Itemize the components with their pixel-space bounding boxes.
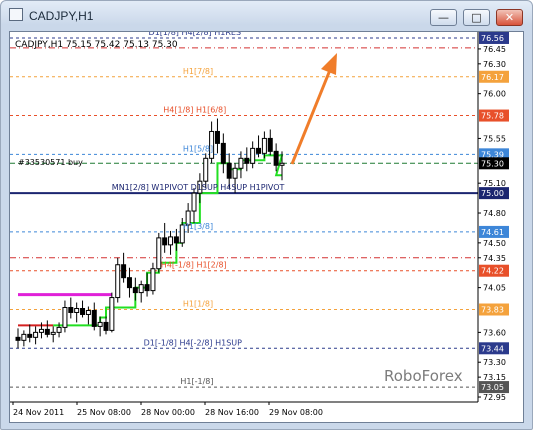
candle-body (273, 150, 279, 166)
chart-window: CADJPY,H1 — □ ✕ D1[1/8] H4[2/8] H1RES H1[… (0, 0, 533, 430)
forecast-arrow (290, 53, 337, 165)
y-tick-label: 74.80 (483, 209, 506, 218)
candle-body (238, 157, 244, 169)
candle-body (91, 309, 97, 327)
candle-body (220, 142, 226, 164)
price-tag-value: 75.78 (481, 112, 504, 121)
y-tick-label: 74.05 (483, 284, 506, 293)
trade-label: #33530571 buy (18, 158, 83, 167)
candle-body (68, 307, 74, 313)
price-tag-value: 73.44 (481, 344, 504, 353)
close-button[interactable]: ✕ (496, 9, 523, 26)
candle-body (109, 297, 115, 331)
x-tick-label: 28 Nov 00:00 (141, 408, 195, 417)
green-trailing-line (53, 154, 284, 327)
level-label: D1[1/8] H4[2/8] H1RES (149, 32, 241, 37)
candle-body (33, 331, 39, 338)
candle-body (38, 328, 44, 333)
candle-body (256, 147, 262, 154)
candle-body (62, 307, 68, 328)
level-label: D1[-1/8] H4[-2/8] H1SUP (144, 338, 242, 347)
price-tag-value: 73.83 (481, 306, 504, 315)
minimize-button[interactable]: — (430, 9, 457, 26)
current-price-value: 75.30 (481, 159, 504, 168)
x-tick-label: 24 Nov 2011 (13, 408, 64, 417)
candle-body (250, 147, 256, 164)
candle-body (126, 277, 132, 289)
watermark: RoboForex (384, 367, 463, 385)
symbol-info: CADJPY,H1 75.15 75.42 75.13 75.30 (15, 40, 178, 50)
candle-body (44, 328, 50, 335)
x-tick-label: 29 Nov 08:00 (269, 408, 323, 417)
price-tag-value: 74.22 (481, 267, 504, 276)
y-tick-label: 76.45 (483, 45, 506, 54)
candle-body (15, 336, 21, 341)
y-tick-label: 76.00 (483, 90, 506, 99)
price-tag-value: 75.00 (481, 189, 504, 198)
level-label: H1[7/8] (183, 67, 213, 76)
candle-body (173, 236, 179, 244)
candle-body (103, 321, 109, 331)
candle-body (138, 284, 144, 294)
restore-icon: □ (471, 11, 482, 24)
minimize-icon: — (438, 11, 449, 24)
candle-body (85, 309, 91, 315)
level-label: H4[-1/8] H1[2/8] (161, 261, 227, 270)
level-label: MN1[2/8] W1PIVOT D1SUP H4SUP H1PIVOT (112, 183, 285, 192)
candle-body (244, 157, 250, 164)
level-label: H1[1/8] (183, 300, 213, 309)
candle-body (132, 287, 138, 294)
candle-body (74, 308, 80, 313)
level-label: H4[1/8] H1[6/8] (163, 106, 226, 115)
candle-body (203, 157, 209, 182)
price-tag-value: 76.56 (481, 34, 504, 43)
candle-body (56, 326, 62, 333)
price-tag-value: 76.17 (481, 73, 504, 82)
price-tag-value: 73.05 (481, 383, 504, 392)
candle-body (21, 333, 27, 341)
level-label: H1[3/8] (183, 222, 213, 231)
y-tick-label: 74.50 (483, 239, 506, 248)
price-chart[interactable]: D1[1/8] H4[2/8] H1RES H1[7/8] H4[1/8] H1[6… (10, 28, 523, 422)
y-tick-label: 73.15 (483, 373, 506, 382)
candle-body (191, 192, 197, 212)
chart-window-icon (9, 8, 23, 21)
y-tick-label: 73.30 (483, 358, 506, 367)
candle-body (261, 137, 267, 154)
candle-body (279, 162, 285, 166)
maximize-button[interactable]: □ (463, 9, 490, 26)
candle-body (168, 236, 174, 246)
candle-body (226, 162, 232, 179)
candle-body (115, 264, 121, 299)
y-tick-label: 76.30 (483, 60, 506, 69)
title-bar[interactable]: CADJPY,H1 — □ ✕ (1, 1, 532, 29)
candle-body (214, 130, 220, 144)
candle-body (121, 264, 127, 279)
candle-body (162, 237, 168, 246)
level-label: H1[5/8] (183, 144, 213, 153)
candle-body (80, 308, 86, 315)
chart-area[interactable]: D1[1/8] H4[2/8] H1RES H1[7/8] H4[1/8] H1[6… (9, 28, 524, 423)
candle-body (144, 284, 150, 292)
y-tick-label: 75.10 (483, 179, 506, 188)
candle-body (150, 268, 156, 292)
y-tick-label: 75.55 (483, 134, 506, 143)
level-label: H1[-1/8] (180, 377, 213, 386)
price-tag-value: 74.61 (481, 228, 504, 237)
candle-body (232, 167, 238, 179)
candle-body (27, 333, 33, 338)
x-tick-label: 28 Nov 16:00 (205, 408, 259, 417)
window-title: CADJPY,H1 (29, 9, 94, 23)
y-tick-label: 72.95 (483, 393, 506, 402)
candle-body (97, 321, 103, 327)
x-tick-label: 25 Nov 08:00 (77, 408, 131, 417)
close-icon: ✕ (504, 11, 515, 24)
y-tick-label: 73.60 (483, 328, 506, 337)
y-tick-label: 74.35 (483, 254, 506, 263)
candle-body (267, 137, 273, 152)
candle-body (50, 331, 56, 335)
